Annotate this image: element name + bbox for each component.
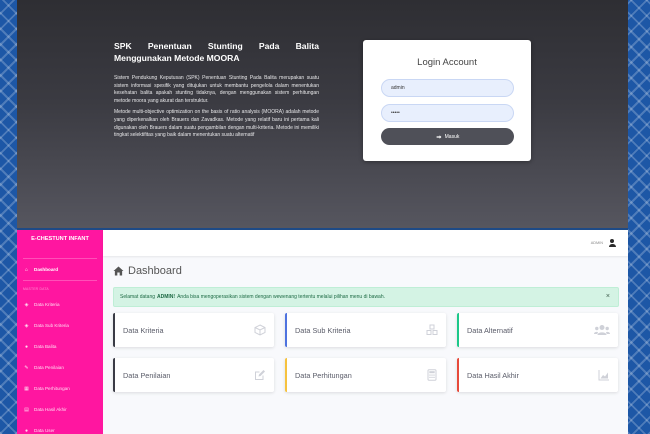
card-data-hasil-akhir[interactable]: Data Hasil Akhir xyxy=(457,358,618,392)
cubes-icon xyxy=(426,324,438,335)
info-paragraph-1: Sistem Pendukung Keputusan (SPK) Penentu… xyxy=(114,75,319,104)
card-label: Data Alternatif xyxy=(467,325,513,335)
sign-in-icon xyxy=(436,134,442,139)
card-label: Data Penilaian xyxy=(123,370,171,380)
sidebar-item-data-penilaian[interactable]: ✎ Data Penilaian xyxy=(17,357,103,378)
users-icon: ● xyxy=(24,343,29,350)
sidebar-item-label: Data User xyxy=(34,428,55,433)
calculator-icon xyxy=(427,369,437,381)
login-title: Login Account xyxy=(417,57,477,68)
sidebar-item-data-sub-kriteria[interactable]: ◈ Data Sub Kriteria xyxy=(17,315,103,336)
login-info: SPK Penentuan Stunting Pada Balita Mengg… xyxy=(114,40,319,144)
sidebar-item-label: Data Balita xyxy=(34,344,57,349)
sidebar-item-data-balita[interactable]: ● Data Balita xyxy=(17,336,103,357)
alert-message: Anda bisa mengoperasikan sistem dengan w… xyxy=(177,294,386,300)
alert-username: ADMIN! xyxy=(157,294,176,300)
login-screen: SPK Penentuan Stunting Pada Balita Mengg… xyxy=(17,0,628,228)
sidebar-item-label: Data Kriteria xyxy=(34,302,60,307)
home-icon: ⌂ xyxy=(24,266,29,273)
card-data-penilaian[interactable]: Data Penilaian xyxy=(113,358,274,392)
users-icon xyxy=(594,325,610,335)
password-input[interactable] xyxy=(381,104,514,122)
frame-left-border xyxy=(0,0,17,434)
login-button[interactable]: Masuk xyxy=(381,128,514,145)
alert-prefix: Selamat datang xyxy=(120,294,156,300)
page-title-text: Dashboard xyxy=(128,265,182,277)
sidebar: E-CHESTUNT INFANT ⌂ Dashboard MASTER DAT… xyxy=(17,230,103,434)
topbar: ADMIN xyxy=(103,230,628,256)
alert-close-button[interactable]: × xyxy=(606,293,610,300)
sidebar-item-label: Data Hasil Akhir xyxy=(34,407,67,412)
sidebar-item-data-user[interactable]: ● Data User xyxy=(17,420,103,434)
cube-icon xyxy=(254,324,266,336)
page-title: Dashboard xyxy=(113,265,182,277)
login-card: Login Account Masuk xyxy=(363,40,531,161)
chart-icon xyxy=(598,370,609,381)
edit-icon: ✎ xyxy=(24,364,29,371)
login-button-label: Masuk xyxy=(444,133,460,140)
card-data-alternatif[interactable]: Data Alternatif xyxy=(457,313,618,347)
user-icon: ● xyxy=(24,427,29,434)
card-label: Data Kriteria xyxy=(123,325,164,335)
topbar-username[interactable]: ADMIN xyxy=(591,241,603,245)
sidebar-brand[interactable]: E-CHESTUNT INFANT xyxy=(17,230,103,258)
frame-right-border xyxy=(628,0,650,434)
edit-icon xyxy=(255,370,265,380)
app-heading: SPK Penentuan Stunting Pada Balita Mengg… xyxy=(114,41,319,63)
chart-icon: ▤ xyxy=(24,406,29,413)
card-data-kriteria[interactable]: Data Kriteria xyxy=(113,313,274,347)
calculator-icon: ▦ xyxy=(24,385,29,392)
card-data-perhitungan[interactable]: Data Perhitungan xyxy=(285,358,446,392)
card-label: Data Sub Kriteria xyxy=(295,325,351,335)
sidebar-item-data-perhitungan[interactable]: ▦ Data Perhitungan xyxy=(17,378,103,399)
sidebar-item-label: Data Sub Kriteria xyxy=(34,323,69,328)
sidebar-item-label: Data Perhitungan xyxy=(34,386,70,391)
card-label: Data Perhitungan xyxy=(295,370,352,380)
username-input[interactable] xyxy=(381,79,514,97)
user-avatar-icon[interactable] xyxy=(608,239,616,247)
sidebar-item-data-kriteria[interactable]: ◈ Data Kriteria xyxy=(17,294,103,315)
sidebar-item-data-hasil-akhir[interactable]: ▤ Data Hasil Akhir xyxy=(17,399,103,420)
sidebar-item-label: Data Penilaian xyxy=(34,365,64,370)
card-label: Data Hasil Akhir xyxy=(467,370,519,380)
cube-icon: ◈ xyxy=(24,301,29,308)
dashboard-screen: E-CHESTUNT INFANT ⌂ Dashboard MASTER DAT… xyxy=(17,230,628,434)
info-paragraph-2: Metode multi-objective optimization on t… xyxy=(114,109,319,139)
cubes-icon: ◈ xyxy=(24,322,29,329)
welcome-alert: Selamat datang ADMIN! Anda bisa mengoper… xyxy=(113,287,619,307)
home-icon xyxy=(113,266,124,276)
sidebar-item-label: Dashboard xyxy=(34,267,58,272)
card-data-sub-kriteria[interactable]: Data Sub Kriteria xyxy=(285,313,446,347)
sidebar-section-heading: MASTER DATA xyxy=(23,287,49,291)
sidebar-item-dashboard[interactable]: ⌂ Dashboard xyxy=(17,259,103,280)
